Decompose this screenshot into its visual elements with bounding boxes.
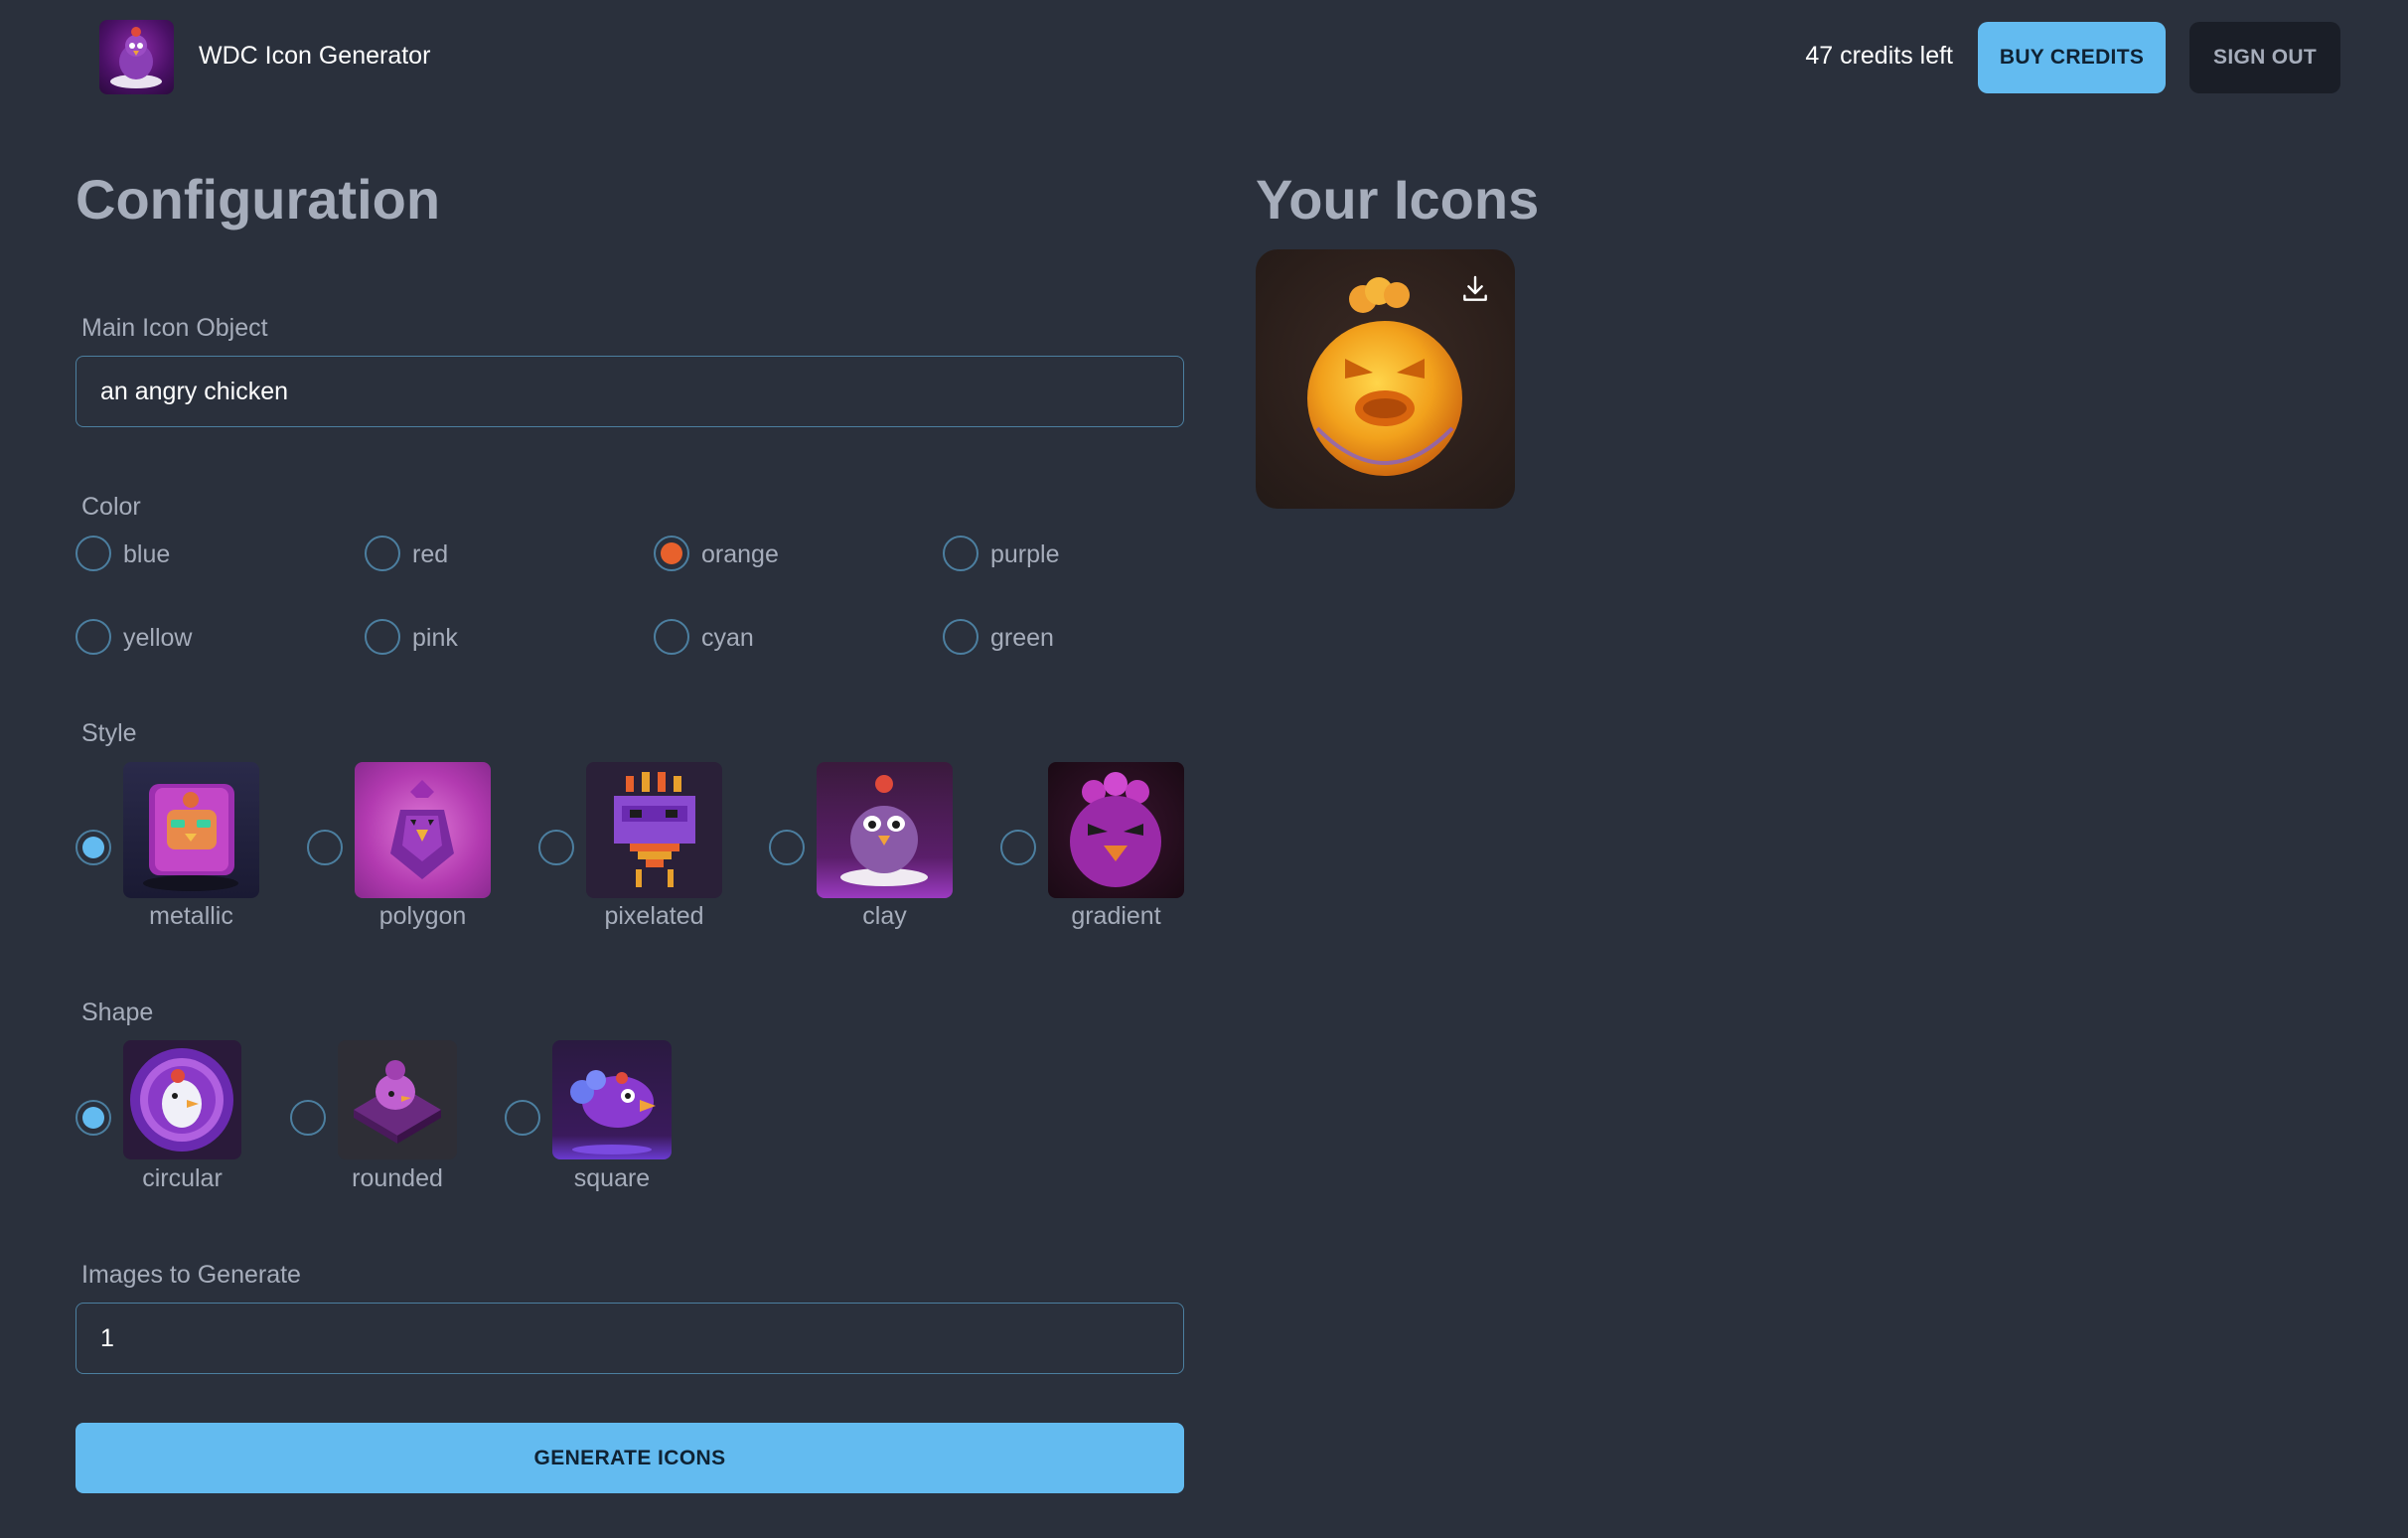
square-chicken-icon	[570, 1070, 656, 1154]
color-radio-red[interactable]	[365, 536, 400, 571]
download-icon	[1463, 275, 1487, 301]
shape-caption: rounded	[352, 1164, 443, 1192]
style-radio-clay[interactable]	[769, 830, 805, 865]
color-option-label: orange	[701, 540, 779, 568]
your-icons-heading: Your Icons	[1256, 168, 1540, 231]
color-radio-orange[interactable]	[654, 536, 689, 571]
shape-radio-square[interactable]	[505, 1100, 540, 1136]
style-label: Style	[81, 719, 137, 747]
images-to-generate-label: Images to Generate	[81, 1261, 301, 1289]
color-radio-blue[interactable]	[75, 536, 111, 571]
configuration-heading: Configuration	[75, 168, 441, 231]
color-option-label: cyan	[701, 624, 754, 652]
color-option-label: red	[412, 540, 449, 568]
style-thumb-clay[interactable]	[817, 762, 953, 898]
style-caption: gradient	[1071, 902, 1161, 930]
color-radio-yellow[interactable]	[75, 619, 111, 655]
shape-label: Shape	[81, 999, 154, 1026]
style-radio-gradient[interactable]	[1000, 830, 1036, 865]
color-option-label: pink	[412, 624, 458, 652]
generate-icons-button[interactable]: GENERATE ICONS	[75, 1423, 1184, 1493]
circular-chicken-icon	[130, 1048, 233, 1152]
color-label: Color	[81, 493, 141, 521]
pixelated-chicken-icon	[614, 772, 695, 887]
app-title: WDC Icon Generator	[199, 42, 431, 70]
shape-caption: circular	[142, 1164, 223, 1192]
shape-thumb-rounded[interactable]	[338, 1040, 457, 1159]
shape-thumb-circular[interactable]	[123, 1040, 241, 1159]
images-to-generate-input[interactable]	[75, 1303, 1184, 1374]
main-object-input[interactable]	[75, 356, 1184, 427]
style-radio-pixelated[interactable]	[538, 830, 574, 865]
color-radio-cyan[interactable]	[654, 619, 689, 655]
clay-chicken-icon	[840, 775, 928, 886]
color-option-label: yellow	[123, 624, 193, 652]
metallic-chicken-icon	[143, 784, 238, 891]
main-object-label: Main Icon Object	[81, 314, 268, 342]
color-radio-pink[interactable]	[365, 619, 400, 655]
color-radio-green[interactable]	[943, 619, 978, 655]
style-radio-metallic[interactable]	[75, 830, 111, 865]
color-option-label: blue	[123, 540, 171, 568]
download-button[interactable]	[1454, 268, 1496, 310]
shape-thumb-square[interactable]	[552, 1040, 672, 1159]
buy-credits-button[interactable]: BUY CREDITS	[1978, 22, 2166, 93]
style-caption: clay	[862, 902, 907, 930]
shape-radio-circular[interactable]	[75, 1100, 111, 1136]
polygon-chicken-icon	[390, 780, 454, 879]
style-thumb-metallic[interactable]	[123, 762, 259, 898]
color-option-label: green	[990, 624, 1054, 652]
app-logo[interactable]	[99, 20, 174, 94]
style-thumb-pixelated[interactable]	[586, 762, 722, 898]
color-radio-purple[interactable]	[943, 536, 978, 571]
style-caption: metallic	[149, 902, 233, 930]
color-option-label: purple	[990, 540, 1060, 568]
credits-remaining: 47 credits left	[1805, 42, 1953, 70]
style-caption: polygon	[378, 902, 467, 930]
gradient-chicken-icon	[1070, 772, 1161, 887]
sign-out-button[interactable]: SIGN OUT	[2189, 22, 2340, 93]
style-thumb-polygon[interactable]	[355, 762, 491, 898]
style-caption: pixelated	[604, 902, 704, 930]
chicken-logo-icon	[110, 27, 162, 88]
shape-radio-rounded[interactable]	[290, 1100, 326, 1136]
rounded-chicken-icon	[354, 1060, 441, 1144]
shape-caption: square	[573, 1164, 651, 1192]
style-radio-polygon[interactable]	[307, 830, 343, 865]
app-header: WDC Icon Generator 47 credits left BUY C…	[0, 0, 2408, 115]
style-thumb-gradient[interactable]	[1048, 762, 1184, 898]
